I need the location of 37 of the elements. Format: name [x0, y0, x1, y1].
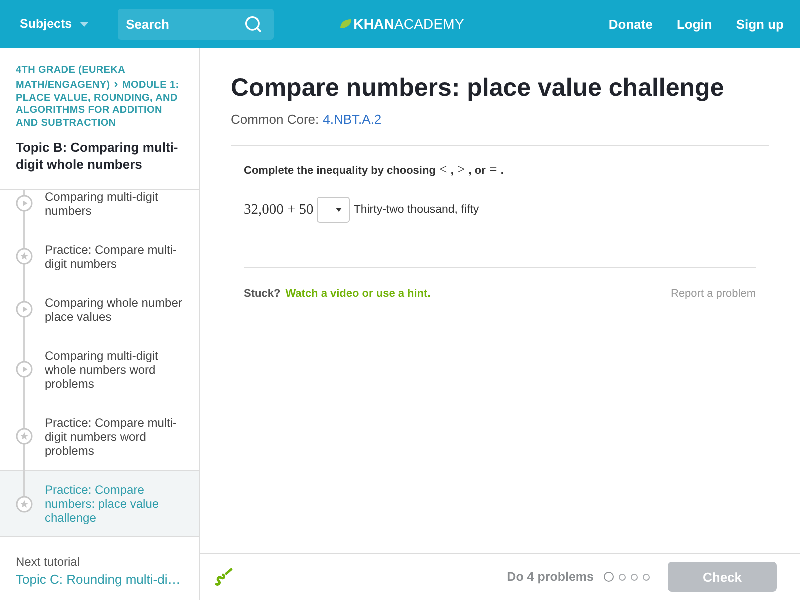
- lesson-item[interactable]: Practice: Compare multi-digit numbers word problems: [0, 403, 199, 470]
- play-circle-icon: [16, 195, 33, 212]
- comparison-dropdown[interactable]: [316, 197, 350, 223]
- lesson-item[interactable]: Comparing multi-digit numbers: [0, 190, 199, 230]
- math-expression: 32,000 + 50: [244, 202, 314, 218]
- nav-link[interactable]: Sign up: [736, 16, 784, 32]
- nav-link[interactable]: Login: [676, 16, 712, 32]
- question-prompt: Complete the inequality by choosing < , > , or = .: [244, 163, 505, 179]
- scribble-icon[interactable]: [214, 567, 234, 587]
- next-tutorial-link[interactable]: Topic C: Rounding multi-di…: [16, 572, 189, 588]
- standard-link[interactable]: 4.NBT.A.2: [323, 112, 382, 128]
- hint-link[interactable]: Watch a video or use a hint.: [286, 286, 431, 302]
- star-circle-icon: [16, 428, 33, 446]
- standard-label: Common Core:: [231, 112, 320, 128]
- subjects-menu-button[interactable]: Subjects: [20, 17, 90, 31]
- lesson-item[interactable]: Comparing multi-digit whole numbers word problems: [0, 336, 199, 404]
- leaf-icon: [340, 19, 352, 29]
- caret-down-icon: [336, 208, 342, 212]
- star-circle-icon: [16, 248, 33, 266]
- goal-text: Do 4 problems: [507, 570, 594, 584]
- nav-link[interactable]: Donate: [608, 16, 653, 32]
- search-icon[interactable]: [244, 14, 264, 34]
- star-circle-icon: [16, 496, 33, 513]
- report-problem-link[interactable]: Report a problem: [671, 286, 756, 302]
- play-circle-icon: [16, 301, 33, 318]
- lesson-item[interactable]: Comparing whole number place values: [0, 283, 199, 336]
- topic-title: Topic B: Comparing multi-digit whole numbers: [16, 138, 180, 173]
- next-tutorial-caption: Next tutorial: [16, 555, 82, 569]
- breadcrumb-trail[interactable]: 4TH GRADE (EUREKA MATH/ENGAGENY) › MODULE 1: PLACE VALUE, ROUNDING, AND ALGORITHMS FOR ADDITION AND SUBTRACTION: [16, 65, 187, 131]
- number-in-words: Thirty-two thousand, fifty: [354, 204, 480, 216]
- caret-down-icon: [80, 22, 90, 26]
- exercise-title: Compare numbers: place value challenge: [231, 73, 726, 103]
- lesson-item[interactable]: Practice: Compare numbers: place value challenge: [0, 470, 199, 536]
- logo-wordmark[interactable]: KHANACADEMY: [354, 16, 464, 32]
- play-circle-icon: [16, 361, 33, 378]
- stuck-label: Stuck?: [244, 287, 281, 302]
- lesson-item[interactable]: Practice: Compare multi-digit numbers: [0, 230, 199, 284]
